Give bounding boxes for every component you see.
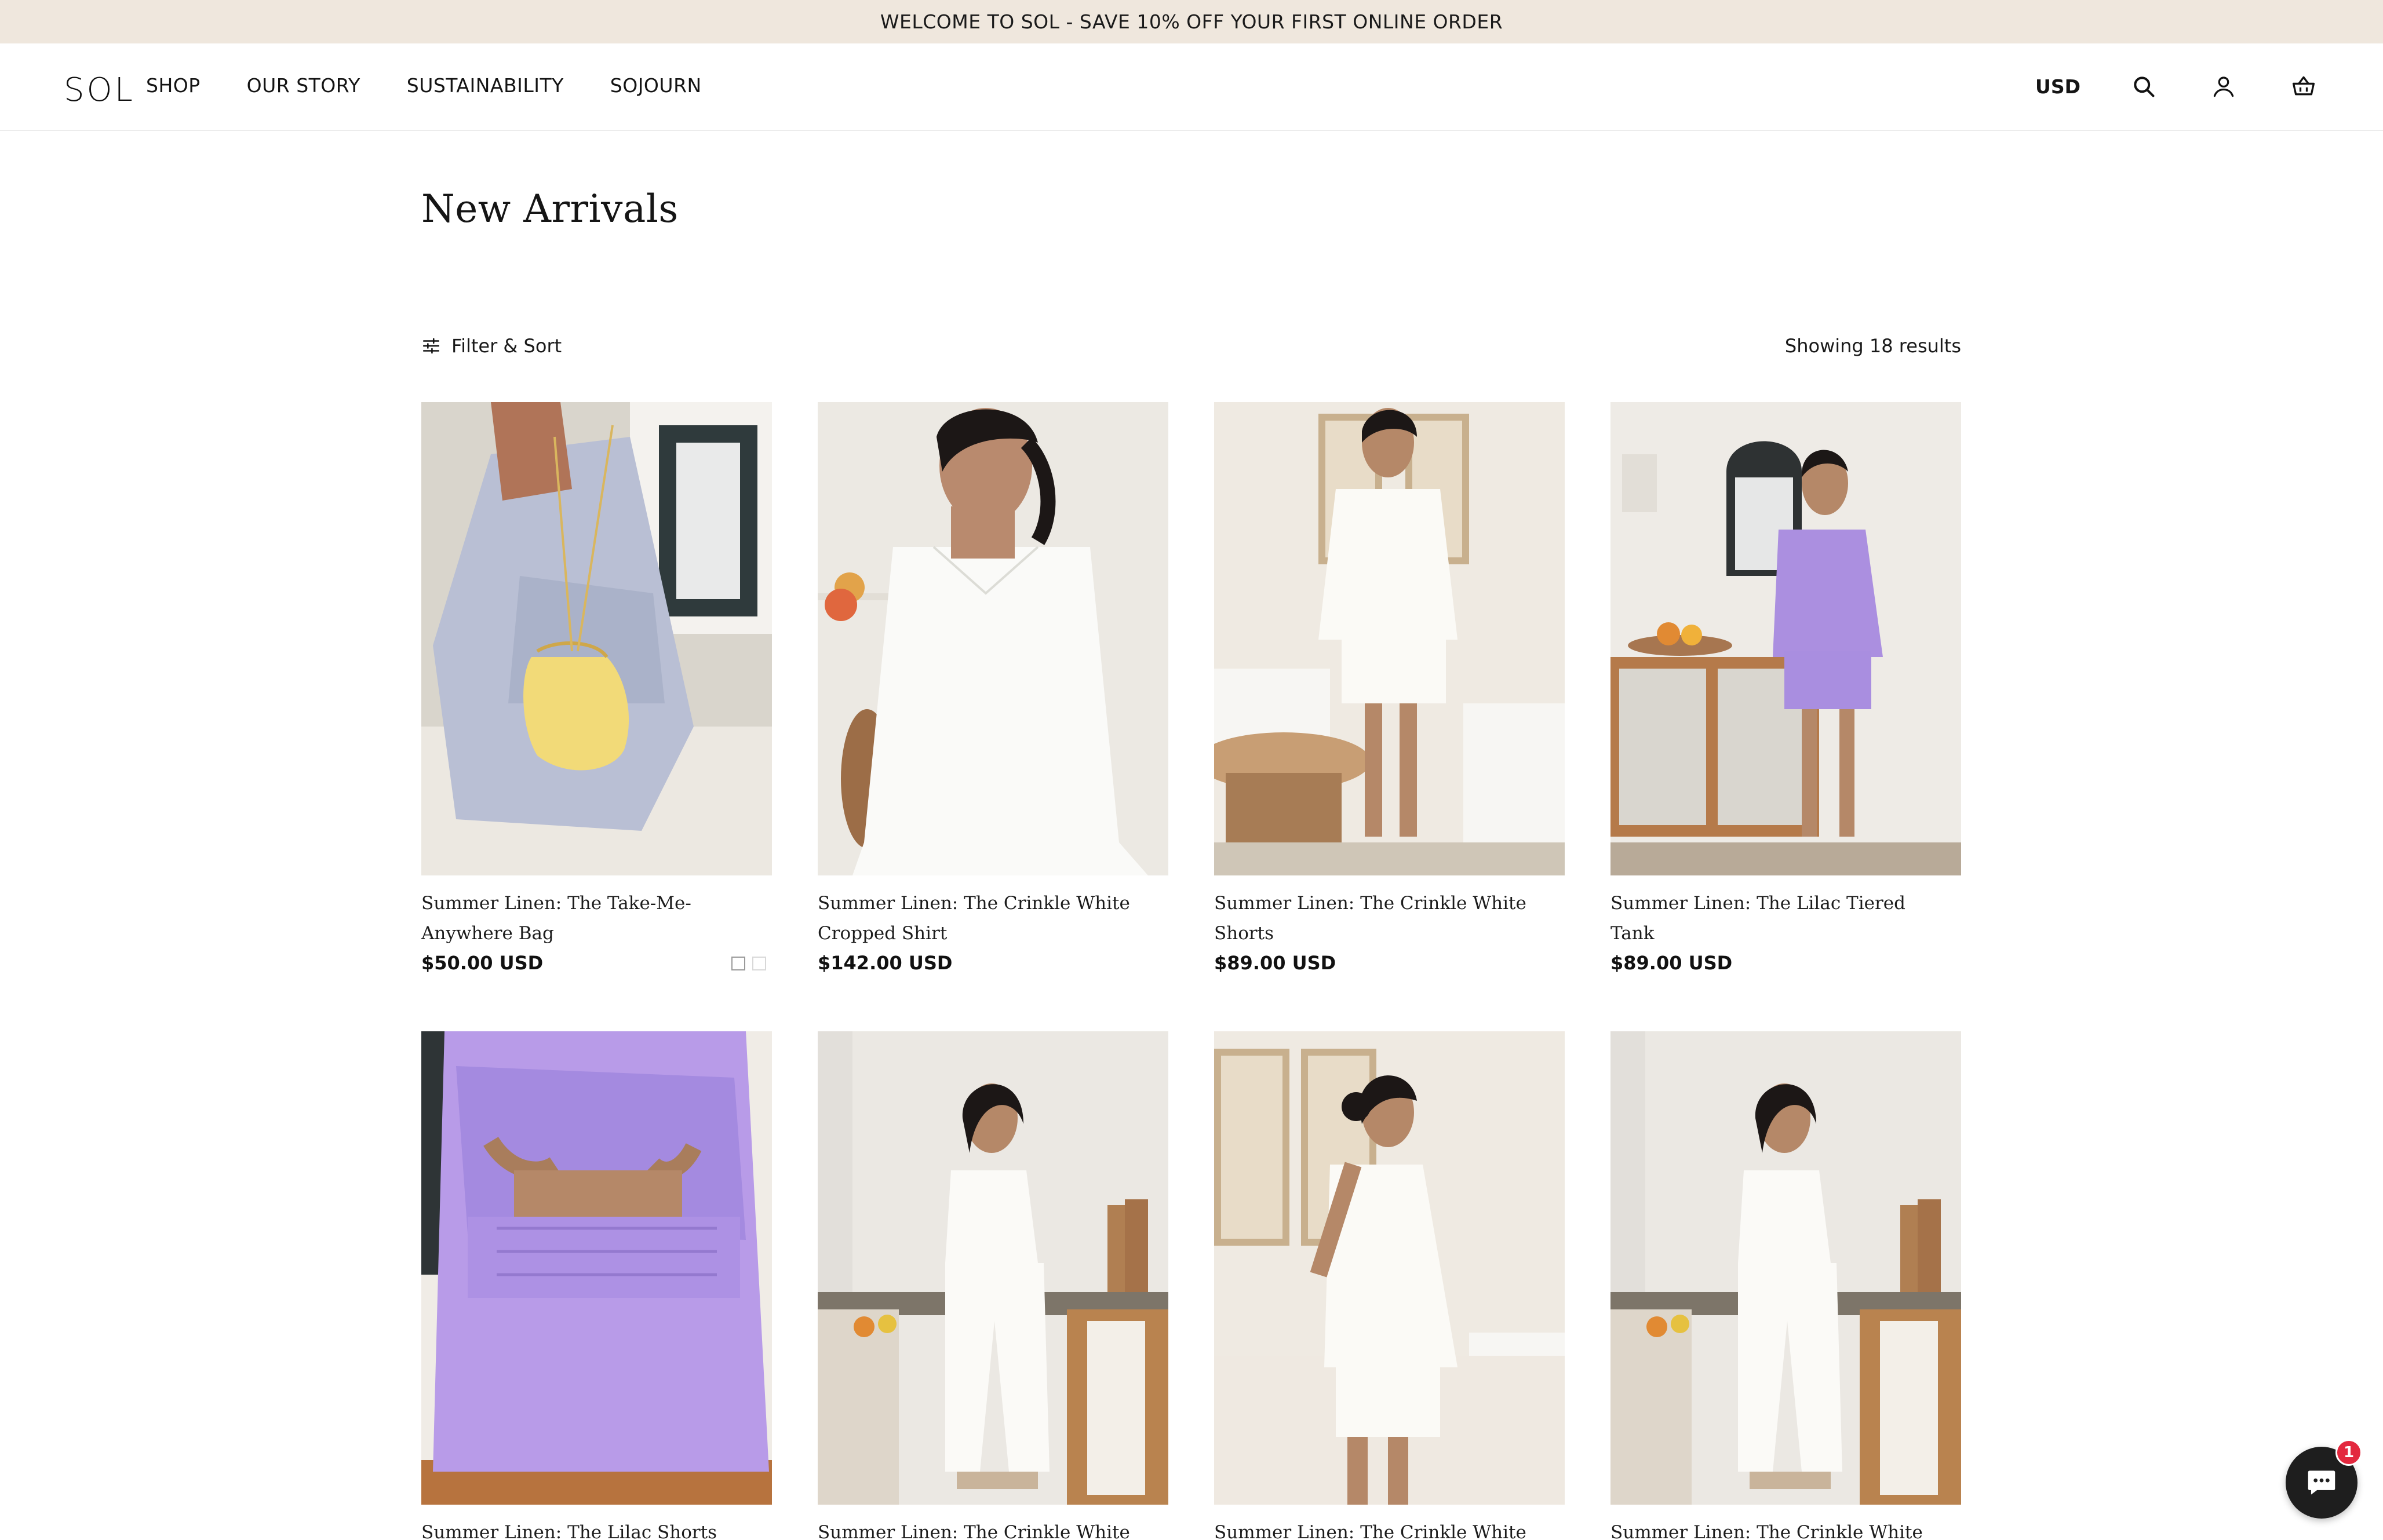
search-icon[interactable] (2127, 70, 2160, 103)
product-image[interactable] (421, 402, 772, 875)
product-price: $142.00 USD (818, 952, 953, 974)
product-image[interactable] (1214, 402, 1565, 875)
product-card[interactable]: Summer Linen: The Crinkle White (1610, 1031, 1961, 1540)
filter-sort-label: Filter & Sort (451, 335, 562, 357)
main-nav: SHOP OUR STORY SUSTAINABILITY SOJOURN (146, 74, 702, 97)
product-card[interactable]: Summer Linen: The Crinkle White Shorts $… (1214, 402, 1565, 974)
sliders-icon (422, 338, 440, 354)
nav-sustainability[interactable]: SUSTAINABILITY (407, 74, 564, 97)
product-card[interactable]: Summer Linen: The Crinkle White Cropped … (818, 402, 1168, 974)
product-title[interactable]: Summer Linen: The Lilac Tiered Tank (1610, 888, 1952, 948)
color-swatches (731, 957, 766, 970)
product-price: $89.00 USD (1610, 952, 1733, 974)
product-image[interactable] (1214, 1031, 1565, 1505)
header-actions: USD (2035, 70, 2320, 103)
filter-sort-button[interactable]: Filter & Sort (421, 335, 562, 357)
site-header: SOL SHOP OUR STORY SUSTAINABILITY SOJOUR… (0, 43, 2383, 131)
product-title[interactable]: Summer Linen: The Crinkle White Cropped … (818, 888, 1160, 948)
currency-selector[interactable]: USD (2035, 75, 2080, 98)
swatch-icon[interactable] (752, 957, 766, 970)
product-card[interactable]: Summer Linen: The Crinkle White (818, 1031, 1168, 1540)
product-image[interactable] (818, 402, 1168, 875)
product-image[interactable] (818, 1031, 1168, 1505)
product-card[interactable]: Summer Linen: The Take-Me-Anywhere Bag $… (421, 402, 772, 974)
product-title[interactable]: Summer Linen: The Crinkle White (1610, 1517, 1952, 1540)
chat-notification-badge: 1 (2335, 1439, 2362, 1466)
collection-toolbar: Filter & Sort Showing 18 results (421, 335, 1961, 364)
cart-icon[interactable] (2287, 70, 2320, 103)
product-title[interactable]: Summer Linen: The Crinkle White (818, 1517, 1160, 1540)
logo[interactable]: SOL (64, 71, 135, 109)
product-image[interactable] (421, 1031, 772, 1505)
product-title[interactable]: Summer Linen: The Crinkle White Tiered (1214, 1517, 1556, 1540)
page-title: New Arrivals (421, 187, 679, 231)
nav-sojourn[interactable]: SOJOURN (610, 74, 702, 97)
announcement-text: WELCOME TO SOL - SAVE 10% OFF YOUR FIRST… (880, 10, 1503, 33)
announcement-bar: WELCOME TO SOL - SAVE 10% OFF YOUR FIRST… (0, 0, 2383, 43)
chat-bubble-icon (2308, 1470, 2335, 1495)
product-title[interactable]: Summer Linen: The Take-Me-Anywhere Bag (421, 888, 763, 948)
product-title[interactable]: Summer Linen: The Lilac Shorts (421, 1517, 763, 1540)
product-card[interactable]: Summer Linen: The Lilac Shorts (421, 1031, 772, 1540)
product-price: $50.00 USD (421, 952, 544, 974)
results-count: Showing 18 results (1784, 335, 1961, 357)
account-icon[interactable] (2207, 70, 2240, 103)
nav-our-story[interactable]: OUR STORY (247, 74, 360, 97)
product-image[interactable] (1610, 402, 1961, 875)
swatch-icon[interactable] (731, 957, 745, 970)
product-image[interactable] (1610, 1031, 1961, 1505)
product-card[interactable]: Summer Linen: The Crinkle White Tiered (1214, 1031, 1565, 1540)
product-title[interactable]: Summer Linen: The Crinkle White Shorts (1214, 888, 1556, 948)
nav-shop[interactable]: SHOP (146, 74, 201, 97)
product-card[interactable]: Summer Linen: The Lilac Tiered Tank $89.… (1610, 402, 1961, 974)
product-price: $89.00 USD (1214, 952, 1336, 974)
